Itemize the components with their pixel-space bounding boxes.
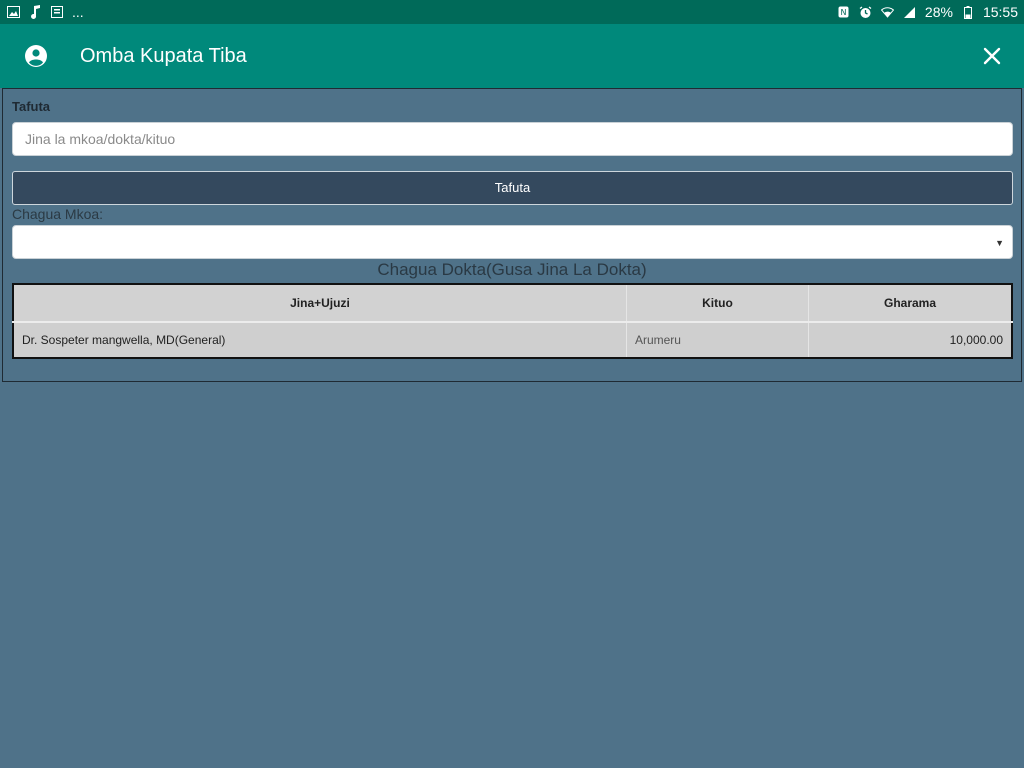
status-bar: ... N 28% 15:55 — [0, 0, 1024, 24]
search-input[interactable] — [12, 122, 1013, 156]
column-header-name: Jina+Ujuzi — [13, 284, 627, 323]
notification-overflow: ... — [72, 4, 84, 20]
image-icon — [6, 5, 20, 19]
search-button[interactable]: Tafuta — [12, 171, 1013, 205]
doctor-list-heading: Chagua Dokta(Gusa Jina La Dokta) — [377, 260, 647, 279]
region-select[interactable]: ▼ — [12, 225, 1013, 259]
doctor-table: Jina+Ujuzi Kituo Gharama Dr. Sospeter ma… — [12, 283, 1013, 359]
app-bar: Omba Kupata Tiba — [0, 24, 1024, 88]
column-header-facility: Kituo — [626, 284, 810, 323]
doctor-name-cell[interactable]: Dr. Sospeter mangwella, MD(General) — [13, 322, 627, 358]
account-circle-icon[interactable] — [24, 44, 48, 68]
close-icon[interactable] — [980, 44, 1004, 68]
search-label: Tafuta — [12, 99, 51, 114]
nfc-icon: N — [837, 5, 851, 19]
signal-icon — [903, 5, 917, 19]
status-bar-right: N 28% 15:55 — [837, 4, 1018, 20]
status-bar-left: ... — [6, 4, 84, 20]
column-header-cost: Gharama — [808, 284, 1013, 323]
notification-icon — [50, 5, 64, 19]
dropdown-caret-icon: ▼ — [995, 238, 1004, 248]
svg-text:N: N — [841, 8, 847, 17]
status-time: 15:55 — [982, 4, 1018, 20]
search-panel: Tafuta Tafuta Chagua Mkoa: ▼ Chagua Dokt… — [2, 88, 1022, 382]
table-header-row: Jina+Ujuzi Kituo Gharama — [13, 284, 1013, 323]
page-title: Omba Kupata Tiba — [80, 45, 247, 67]
wifi-icon — [881, 5, 895, 19]
cost-cell: 10,000.00 — [808, 322, 1013, 358]
music-note-icon — [28, 5, 42, 19]
table-row[interactable]: Dr. Sospeter mangwella, MD(General) Arum… — [13, 322, 1013, 358]
alarm-icon — [859, 5, 873, 19]
facility-cell: Arumeru — [626, 322, 810, 358]
battery-icon — [961, 5, 975, 19]
battery-percent: 28% — [924, 4, 953, 20]
region-label: Chagua Mkoa: — [12, 206, 104, 222]
